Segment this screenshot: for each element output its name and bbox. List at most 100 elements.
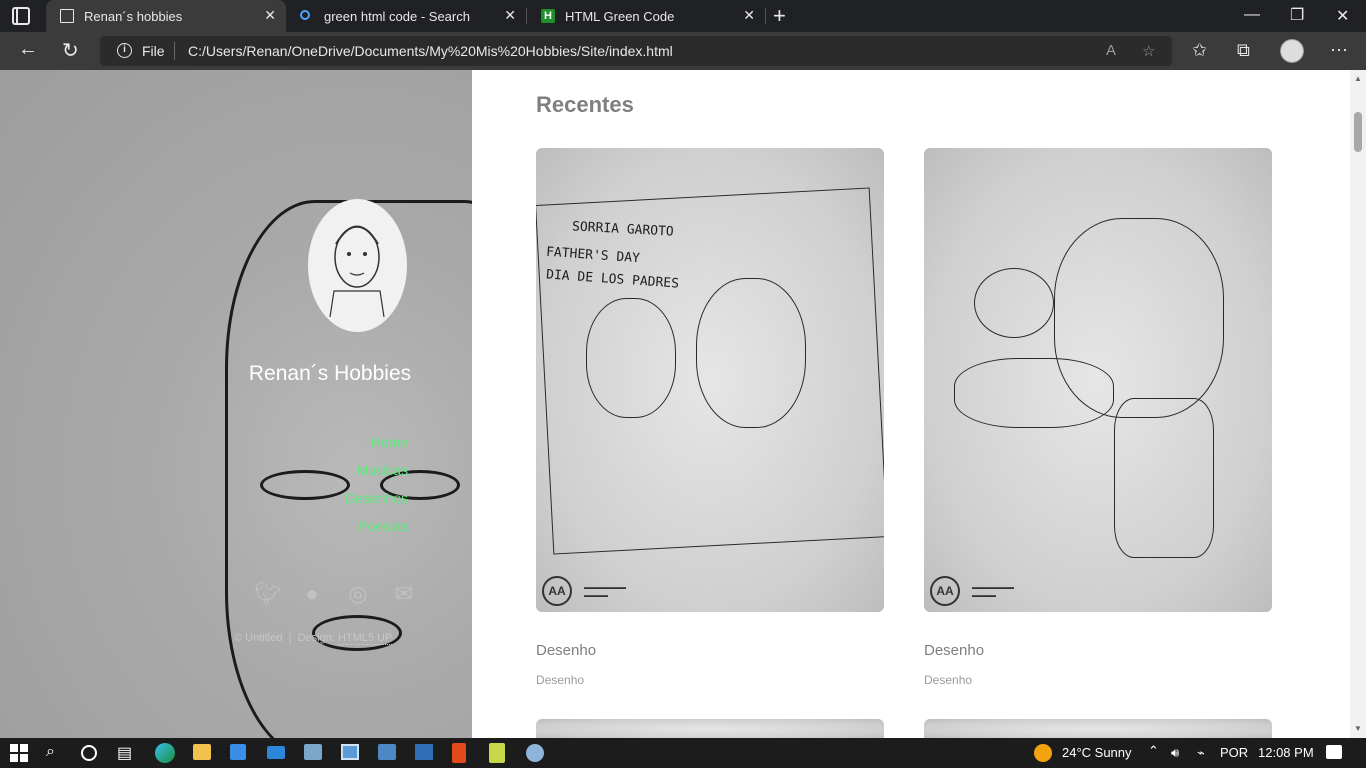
- tab-renans-hobbies[interactable]: Renan´s hobbies ✕: [46, 0, 286, 32]
- office-icon[interactable]: [452, 743, 466, 763]
- github-icon[interactable]: ●: [300, 582, 324, 606]
- page-scrollbar[interactable]: ▲ ▼: [1350, 70, 1366, 738]
- close-icon[interactable]: ✕: [264, 7, 276, 24]
- avatar: [308, 199, 407, 332]
- html-h-icon: H: [541, 9, 555, 23]
- nav-link-home[interactable]: Home: [345, 428, 408, 456]
- dribbble-icon[interactable]: ◎: [346, 582, 370, 606]
- card-subtitle: Desenho: [924, 673, 973, 687]
- email-icon[interactable]: ✉: [392, 582, 416, 606]
- tab-strip: Renan´s hobbies ✕ green html code - Sear…: [0, 0, 1366, 32]
- contacts-icon[interactable]: [378, 744, 396, 760]
- sketch-hands: [954, 358, 1114, 428]
- read-aloud-icon[interactable]: A: [1106, 42, 1116, 59]
- gallery-card[interactable]: [924, 719, 1272, 738]
- more-menu-icon[interactable]: ⋯: [1330, 40, 1348, 61]
- nav-link-musicas[interactable]: Musicas: [345, 456, 408, 484]
- credits-separator: |: [288, 632, 292, 644]
- site-title: Renan´s Hobbies: [248, 362, 412, 385]
- card-title[interactable]: Desenho: [536, 642, 884, 659]
- minimize-icon[interactable]: —: [1244, 6, 1260, 24]
- language-indicator[interactable]: POR: [1220, 745, 1248, 760]
- main-content: Recentes SORRIA GAROTO FATHER'S DAY DIA …: [472, 70, 1350, 738]
- address-bar[interactable]: i File C:/Users/Renan/OneDrive/Documents…: [100, 36, 1172, 66]
- tab-actions-icon[interactable]: [12, 7, 30, 25]
- remote-desktop-icon[interactable]: [415, 744, 433, 760]
- settings-app-icon[interactable]: [526, 744, 544, 762]
- window-close-icon[interactable]: ✕: [1336, 6, 1349, 26]
- weather-text[interactable]: 24°C Sunny: [1062, 745, 1132, 760]
- card-subtitle: Desenho: [536, 673, 585, 687]
- drawing-thumbnail[interactable]: SORRIA GAROTO FATHER'S DAY DIA DE LOS PA…: [536, 148, 884, 612]
- camera-logo-icon: AA: [930, 576, 960, 606]
- copyright-text: © Untitled: [234, 632, 283, 644]
- network-icon[interactable]: ⌁: [1197, 745, 1205, 761]
- nav-link-poesias[interactable]: Poesias: [345, 512, 408, 540]
- windows-start-icon[interactable]: [10, 744, 28, 762]
- scroll-down-icon[interactable]: ▼: [1354, 724, 1362, 733]
- design-label: Design:: [297, 632, 335, 644]
- scroll-thumb[interactable]: [1354, 112, 1362, 152]
- edge-icon[interactable]: [155, 743, 175, 763]
- chevron-up-icon[interactable]: ⌃: [1148, 743, 1159, 759]
- url-text[interactable]: C:/Users/Renan/OneDrive/Documents/My%20M…: [188, 43, 673, 59]
- profile-avatar[interactable]: [1280, 39, 1304, 63]
- sketch-body: [1114, 398, 1214, 558]
- background-sketch: [260, 470, 350, 500]
- volume-icon[interactable]: 🔊︎: [1171, 745, 1179, 761]
- gallery-card[interactable]: [536, 719, 884, 738]
- gallery-card[interactable]: AA ▬▬▬▬▬▬▬ ▬▬▬▬ Desenho Desenho: [924, 148, 1272, 687]
- credits: © Untitled | Design: HTML5 UP: [234, 632, 393, 645]
- section-title: Recentes: [536, 92, 634, 117]
- cortana-icon[interactable]: [81, 745, 97, 761]
- refresh-icon[interactable]: ↻: [62, 38, 79, 63]
- tab-title: HTML Green Code: [565, 9, 675, 24]
- page-viewport: Renan´s Hobbies Home Musicas Desenhos Po…: [0, 70, 1366, 738]
- notepad-icon[interactable]: [489, 743, 505, 763]
- collections-icon[interactable]: ⧉: [1237, 40, 1250, 61]
- tab-title: green html code - Search: [324, 9, 470, 24]
- page-icon: [60, 9, 74, 23]
- windows-taskbar: ⌕ ▤ 24°C Sunny ⌃ 🔊︎ ⌁ POR 12:08 PM: [0, 738, 1366, 768]
- tab-divider: [765, 8, 766, 24]
- tab-green-html-search[interactable]: green html code - Search ✕: [286, 0, 526, 32]
- tab-title: Renan´s hobbies: [84, 9, 183, 24]
- tab-html-green-code[interactable]: H HTML Green Code ✕: [527, 0, 765, 32]
- mail-icon[interactable]: [267, 746, 285, 759]
- address-divider: [174, 42, 175, 60]
- close-icon[interactable]: ✕: [504, 7, 516, 24]
- notifications-icon[interactable]: [1326, 745, 1342, 759]
- favorites-icon[interactable]: ✩: [1192, 40, 1207, 61]
- camera-logo-icon: AA: [542, 576, 572, 606]
- card-title[interactable]: Desenho: [924, 642, 1272, 659]
- clock-time[interactable]: 12:08 PM: [1258, 745, 1314, 760]
- sketch-bird: [974, 268, 1054, 338]
- twitter-icon[interactable]: 🐦︎: [254, 582, 282, 606]
- drawing-thumbnail[interactable]: AA ▬▬▬▬▬▬▬ ▬▬▬▬: [924, 148, 1272, 612]
- photos-icon[interactable]: [304, 744, 322, 760]
- file-explorer-icon[interactable]: [193, 744, 211, 760]
- monitor-app-icon[interactable]: [341, 744, 359, 760]
- back-icon[interactable]: ←: [18, 38, 38, 61]
- design-credit-link[interactable]: HTML5 UP: [337, 632, 393, 645]
- info-icon[interactable]: i: [117, 43, 132, 58]
- sidebar: Renan´s Hobbies Home Musicas Desenhos Po…: [0, 70, 472, 738]
- scroll-up-icon[interactable]: ▲: [1354, 74, 1362, 83]
- search-icon: [300, 10, 310, 20]
- task-view-icon[interactable]: ▤: [117, 743, 132, 763]
- restore-icon[interactable]: ❐: [1290, 5, 1304, 25]
- sun-weather-icon: [1034, 744, 1052, 762]
- drawing-thumbnail[interactable]: [536, 719, 884, 738]
- sketch-face: [696, 278, 806, 428]
- gallery-card[interactable]: SORRIA GAROTO FATHER'S DAY DIA DE LOS PA…: [536, 148, 884, 687]
- camera-watermark: ▬▬▬▬▬▬▬ ▬▬▬▬: [584, 585, 626, 599]
- site-nav: Home Musicas Desenhos Poesias: [345, 428, 408, 540]
- nav-link-desenhos[interactable]: Desenhos: [345, 484, 408, 512]
- drawing-thumbnail[interactable]: [924, 719, 1272, 738]
- new-tab-icon[interactable]: +: [773, 3, 786, 29]
- search-icon[interactable]: ⌕: [46, 743, 55, 761]
- camera-watermark: ▬▬▬▬▬▬▬ ▬▬▬▬: [972, 585, 1014, 599]
- close-icon[interactable]: ✕: [743, 7, 755, 24]
- store-icon[interactable]: [230, 744, 246, 760]
- add-favorite-icon[interactable]: ☆: [1142, 42, 1155, 60]
